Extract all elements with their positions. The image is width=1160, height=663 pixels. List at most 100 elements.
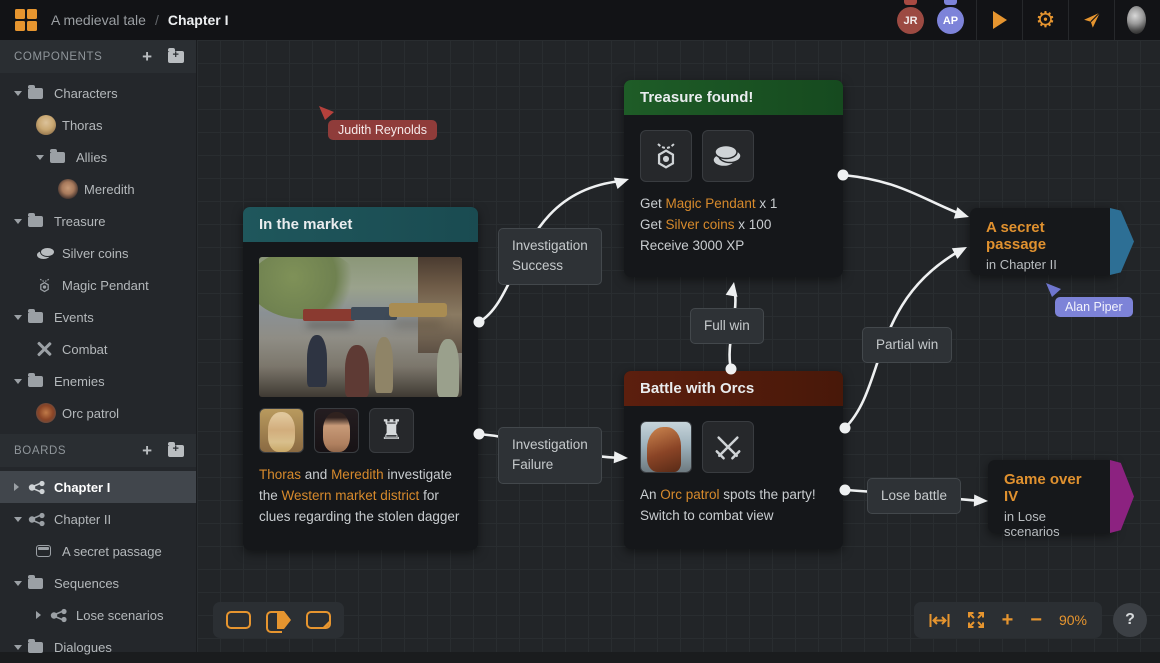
connection-label-lose-battle[interactable]: Lose battle bbox=[867, 478, 961, 514]
add-jumper-tool[interactable] bbox=[266, 611, 291, 629]
collaborator-color-tab bbox=[904, 0, 917, 5]
add-component-folder-button[interactable] bbox=[168, 51, 184, 63]
sidebar-item-enemies[interactable]: Enemies bbox=[0, 365, 196, 397]
help-button[interactable]: ? bbox=[1113, 603, 1147, 637]
paper-plane-icon bbox=[1082, 11, 1102, 30]
caret-down-icon[interactable] bbox=[36, 154, 50, 160]
boards-section-header: BOARDS + bbox=[0, 434, 196, 467]
caret-right-icon[interactable] bbox=[14, 483, 28, 491]
orc-thumbnail[interactable] bbox=[640, 421, 692, 473]
thoras-thumbnail[interactable] bbox=[259, 408, 304, 453]
sidebar-item-sequences[interactable]: Sequences bbox=[0, 567, 196, 599]
caret-down-icon[interactable] bbox=[14, 218, 28, 224]
element-node-battle-with-orcs[interactable]: Battle with Orcs An Orc patrol spots the… bbox=[624, 371, 843, 549]
board-flow-icon bbox=[28, 480, 46, 495]
collaborator-avatar-jr[interactable]: JR bbox=[896, 0, 926, 40]
node-title[interactable]: Battle with Orcs bbox=[624, 371, 843, 406]
breadcrumb-project[interactable]: A medieval tale bbox=[51, 12, 146, 28]
coins-thumbnail[interactable] bbox=[702, 130, 754, 182]
jumper-node-a-secret-passage[interactable]: A secret passage in Chapter II bbox=[970, 208, 1115, 275]
sidebar-item-dialogues[interactable]: Dialogues bbox=[0, 631, 196, 663]
node-title[interactable]: In the market bbox=[243, 207, 478, 242]
add-board-button[interactable]: + bbox=[142, 442, 152, 459]
jumper-arrow bbox=[1110, 460, 1134, 533]
sidebar-item-events[interactable]: Events bbox=[0, 301, 196, 333]
account-menu[interactable] bbox=[1114, 0, 1160, 40]
top-bar: A medieval tale / Chapter I JR AP ⚙ bbox=[0, 0, 1160, 40]
sidebar: COMPONENTS + Characters Thoras Allies Me… bbox=[0, 40, 197, 652]
coins-icon bbox=[711, 143, 745, 169]
sidebar-item-lose-scenarios[interactable]: Lose scenarios bbox=[0, 599, 196, 631]
jumper-subtitle: in Chapter II bbox=[986, 257, 1099, 272]
components-section-header: COMPONENTS + bbox=[0, 40, 196, 73]
caret-down-icon[interactable] bbox=[14, 314, 28, 320]
meredith-avatar-icon bbox=[58, 179, 78, 199]
pendant-icon bbox=[650, 140, 682, 172]
sidebar-item-magic-pendant[interactable]: Magic Pendant bbox=[0, 269, 196, 301]
combat-thumbnail[interactable] bbox=[702, 421, 754, 473]
element-node-treasure-found[interactable]: Treasure found! bbox=[624, 80, 843, 277]
caret-down-icon[interactable] bbox=[14, 516, 28, 522]
folder-icon bbox=[28, 312, 43, 323]
board-flow-icon bbox=[28, 512, 46, 527]
connection-label-partial-win[interactable]: Partial win bbox=[862, 327, 952, 363]
folder-icon bbox=[50, 152, 65, 163]
collaborator-avatar-ap[interactable]: AP bbox=[936, 0, 966, 40]
sidebar-item-meredith[interactable]: Meredith bbox=[0, 173, 196, 205]
node-text: An Orc patrol spots the party! Switch to… bbox=[640, 485, 827, 527]
caret-down-icon[interactable] bbox=[14, 644, 28, 650]
add-note-tool[interactable] bbox=[306, 611, 331, 629]
caret-down-icon[interactable] bbox=[14, 378, 28, 384]
fit-width-button[interactable] bbox=[929, 613, 950, 628]
sidebar-item-chapter-2[interactable]: Chapter II bbox=[0, 503, 196, 535]
connection-label-full-win[interactable]: Full win bbox=[690, 308, 764, 344]
add-board-folder-button[interactable] bbox=[168, 445, 184, 457]
sidebar-item-allies[interactable]: Allies bbox=[0, 141, 196, 173]
cursor-name-label: Alan Piper bbox=[1055, 297, 1133, 317]
zoom-level[interactable]: 90% bbox=[1059, 612, 1087, 628]
sidebar-item-characters[interactable]: Characters bbox=[0, 77, 196, 109]
pendant-icon bbox=[36, 277, 53, 294]
sidebar-item-silver-coins[interactable]: Silver coins bbox=[0, 237, 196, 269]
folder-icon bbox=[28, 88, 43, 99]
share-button[interactable] bbox=[1068, 0, 1114, 40]
boards-title: BOARDS bbox=[14, 445, 142, 457]
settings-button[interactable]: ⚙ bbox=[1022, 0, 1068, 40]
meredith-thumbnail[interactable] bbox=[314, 408, 359, 453]
sidebar-item-chapter-1[interactable]: Chapter I bbox=[0, 471, 196, 503]
components-title: COMPONENTS bbox=[14, 51, 142, 63]
element-node-in-the-market[interactable]: In the market ♜ Thoras and Meredith inve… bbox=[243, 207, 478, 550]
pendant-thumbnail[interactable] bbox=[640, 130, 692, 182]
sidebar-item-treasure[interactable]: Treasure bbox=[0, 205, 196, 237]
app-grid-icon[interactable] bbox=[15, 9, 37, 31]
fit-width-icon bbox=[929, 613, 950, 628]
collaborator-cursor-alan: Alan Piper bbox=[1045, 283, 1133, 317]
sidebar-item-combat[interactable]: Combat bbox=[0, 333, 196, 365]
jumper-node-game-over-iv[interactable]: Game over IV in Lose scenarios bbox=[988, 460, 1115, 533]
folder-icon bbox=[28, 578, 43, 589]
shape-toolbar bbox=[213, 602, 344, 638]
board-canvas[interactable]: In the market ♜ Thoras and Meredith inve… bbox=[197, 40, 1160, 652]
fit-screen-button[interactable] bbox=[967, 611, 985, 629]
play-button[interactable] bbox=[976, 0, 1022, 40]
node-title[interactable]: Treasure found! bbox=[624, 80, 843, 115]
connection-label-investigation-success[interactable]: Investigation Success bbox=[498, 228, 602, 285]
add-component-button[interactable]: + bbox=[142, 48, 152, 65]
caret-down-icon[interactable] bbox=[14, 580, 28, 586]
node-text: Thoras and Meredith investigate the West… bbox=[259, 465, 462, 528]
zoom-in-button[interactable]: + bbox=[1002, 609, 1014, 632]
breadcrumb-separator: / bbox=[155, 12, 159, 28]
sidebar-item-a-secret-passage[interactable]: A secret passage bbox=[0, 535, 196, 567]
folder-icon bbox=[28, 642, 43, 653]
connection-label-investigation-failure[interactable]: Investigation Failure bbox=[498, 427, 602, 484]
breadcrumb-board[interactable]: Chapter I bbox=[168, 12, 229, 28]
add-element-tool[interactable] bbox=[226, 611, 251, 629]
sidebar-item-thoras[interactable]: Thoras bbox=[0, 109, 196, 141]
cursor-name-label: Judith Reynolds bbox=[328, 120, 437, 140]
crossed-swords-icon bbox=[36, 341, 52, 357]
castle-thumbnail[interactable]: ♜ bbox=[369, 408, 414, 453]
caret-right-icon[interactable] bbox=[36, 611, 50, 619]
zoom-out-button[interactable]: − bbox=[1030, 609, 1042, 632]
caret-down-icon[interactable] bbox=[14, 90, 28, 96]
sidebar-item-orc-patrol[interactable]: Orc patrol bbox=[0, 397, 196, 429]
